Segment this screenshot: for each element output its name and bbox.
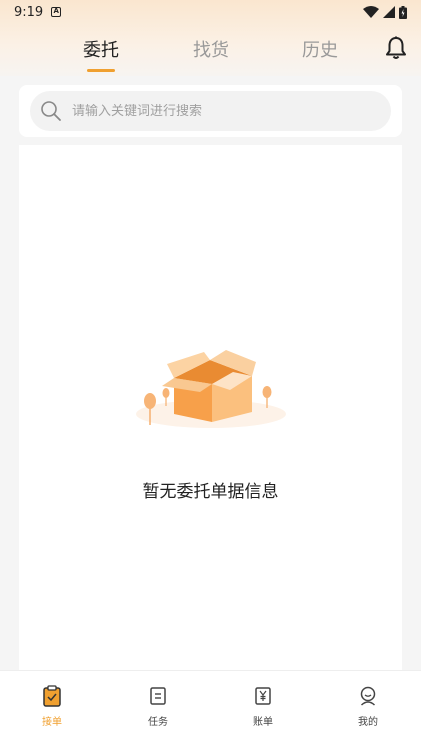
search-input[interactable]: [72, 103, 362, 119]
content-card: 暂无委托单据信息: [19, 145, 402, 675]
active-tab-indicator: [87, 69, 115, 72]
signal-icon: [383, 6, 395, 18]
empty-box-icon: [136, 350, 286, 428]
tab-history[interactable]: 历史: [290, 36, 350, 62]
nav-label: 接单: [42, 717, 62, 728]
bill-yen-icon: [255, 687, 271, 705]
task-list-icon: [150, 687, 166, 705]
search-icon: [41, 101, 61, 121]
nav-item-tasks[interactable]: 任务: [128, 685, 188, 728]
search-card: [19, 85, 402, 137]
bottom-navigation: 接单 任务 账单 我的: [0, 670, 421, 748]
nav-label: 我的: [358, 717, 378, 728]
wifi-icon: [363, 6, 379, 18]
nav-item-bills[interactable]: 账单: [233, 685, 293, 728]
nav-label: 任务: [148, 717, 168, 728]
battery-icon: [399, 5, 407, 19]
search-box[interactable]: [30, 91, 391, 131]
status-time: 9:19: [14, 4, 44, 20]
status-bar: 9:19 A: [0, 0, 421, 24]
profile-icon: [360, 686, 376, 706]
nav-item-mine[interactable]: 我的: [338, 685, 398, 728]
nav-item-accept-orders[interactable]: 接单: [22, 685, 82, 728]
tab-find-goods[interactable]: 找货: [181, 36, 241, 62]
top-tabs: 委托 找货 历史: [0, 24, 421, 74]
notification-icon: A: [51, 7, 62, 17]
bell-icon[interactable]: [385, 36, 407, 60]
empty-state-message: 暂无委托单据信息: [142, 482, 279, 502]
clipboard-check-icon: [43, 685, 61, 707]
tab-entrust[interactable]: 委托: [71, 36, 131, 62]
nav-label: 账单: [253, 717, 273, 728]
